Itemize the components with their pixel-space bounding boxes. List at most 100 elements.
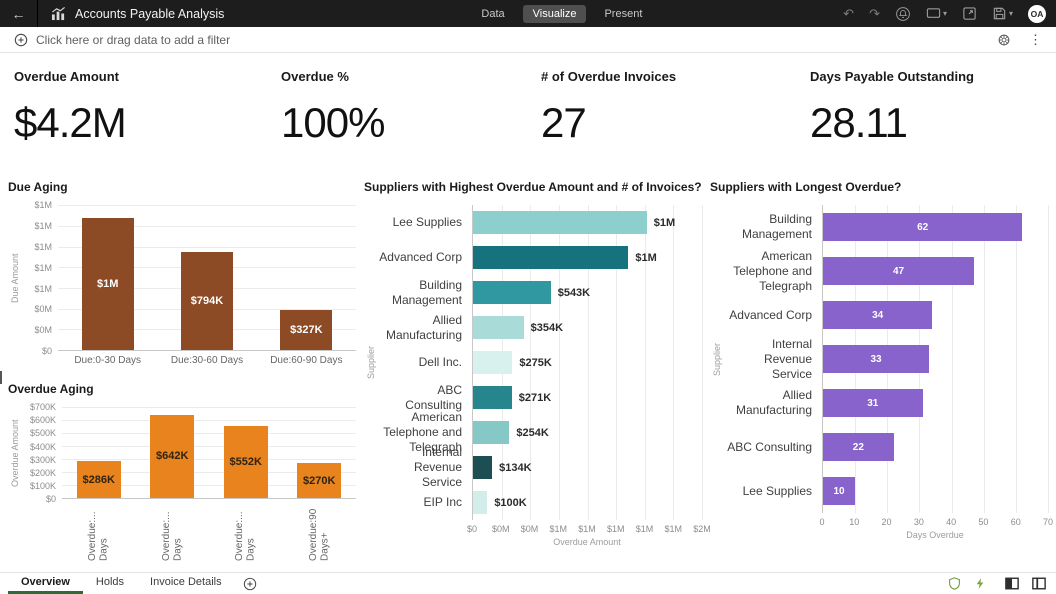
tab-visualize[interactable]: Visualize [523, 5, 587, 23]
comments-icon[interactable]: ▾ [926, 6, 947, 21]
export-popout-icon[interactable] [962, 6, 977, 21]
kpi-overdue-percent[interactable]: Overdue % 100% [281, 69, 541, 146]
bar-Overdue:... Days[interactable]: $286K [77, 461, 121, 498]
kpi-label: Overdue Amount [14, 69, 281, 84]
bar-cell: $270K [283, 407, 357, 498]
bar-Overdue:... Days[interactable]: $552K [224, 426, 268, 498]
kpi-overdue-amount[interactable]: Overdue Amount $4.2M [14, 69, 281, 146]
bar-Overdue:... Days[interactable]: $642K [150, 415, 194, 498]
category-label: Lee Supplies [378, 205, 472, 240]
bar-Overdue:90 Days+[interactable]: $270K [297, 463, 341, 498]
bar-Advanced Corp[interactable]: $1M [473, 246, 628, 269]
bar-Allied Manufacturing[interactable]: 31 [823, 389, 923, 417]
canvas-tab-invoice-details[interactable]: Invoice Details [137, 573, 235, 594]
category-label-rotated: Overdue:... Days [87, 503, 110, 561]
bar-Lee Supplies[interactable]: 10 [823, 477, 855, 505]
category-label-rotated: Overdue:90 Days+ [308, 503, 331, 561]
kpi-days-payable[interactable]: Days Payable Outstanding 28.11 [810, 69, 1056, 146]
tab-present[interactable]: Present [602, 5, 644, 23]
kpi-overdue-invoices[interactable]: # of Overdue Invoices 27 [541, 69, 810, 146]
bar-ABC Consulting[interactable]: $271K [473, 386, 512, 409]
bar-data-label: $275K [519, 357, 551, 369]
kpi-value: 27 [541, 100, 810, 146]
chart-title: Due Aging [8, 180, 356, 194]
filter-bar: Click here or drag data to add a filter … [0, 27, 1056, 53]
filter-prompt[interactable]: Click here or drag data to add a filter [36, 33, 230, 47]
add-canvas-icon[interactable] [243, 573, 257, 594]
axis-tick: $1M [34, 263, 52, 273]
axis-tick: 60 [1011, 517, 1021, 527]
bar-American Telephone and Telegraph[interactable]: 47 [823, 257, 974, 285]
bar-Dell Inc.[interactable]: $275K [473, 351, 512, 374]
bar-row: 31 [823, 381, 1048, 425]
grammar-panel-toggle-icon[interactable] [1005, 577, 1019, 590]
bar-row: 33 [823, 337, 1048, 381]
insights-badge-icon[interactable] [948, 577, 961, 590]
panel-resize-handle[interactable] [0, 371, 2, 384]
axis-tick: $1M [607, 524, 625, 534]
save-icon[interactable]: ▾ [992, 6, 1013, 21]
add-filter-icon[interactable] [14, 33, 28, 47]
category-label: Lee Supplies [724, 469, 822, 513]
bar-Internal Revenue Service[interactable]: $134K [473, 456, 492, 479]
undo-icon[interactable]: ↶ [843, 7, 854, 20]
bar-Internal Revenue Service[interactable]: 33 [823, 345, 929, 373]
category-label: ABC Consulting [724, 425, 822, 469]
category-label: Advanced Corp [724, 293, 822, 337]
x-axis-ticks: $0$0M$0M$1M$1M$1M$1M$1M$2M [472, 520, 702, 534]
bar-Building Management[interactable]: 62 [823, 213, 1022, 241]
bar-ABC Consulting[interactable]: 22 [823, 433, 894, 461]
axis-tick: 30 [914, 517, 924, 527]
horizontal-bar-chart: SupplierLee SuppliesAdvanced CorpBuildin… [364, 205, 702, 520]
bar-Due:60-90 Days[interactable]: $327K [280, 310, 332, 351]
bar-Advanced Corp[interactable]: 34 [823, 301, 932, 329]
axis-tick: $600K [30, 415, 56, 425]
redo-icon[interactable]: ↷ [869, 7, 880, 20]
back-button[interactable]: ← [0, 0, 38, 27]
canvas-menu-kebab-icon[interactable]: ⋮ [1029, 32, 1042, 48]
axis-tick: $200K [30, 468, 56, 478]
bar-American Telephone and Telegraph[interactable]: $254K [473, 421, 509, 444]
y-axis-title: Due Amount [8, 205, 22, 351]
bar-Building Management[interactable]: $543K [473, 281, 551, 304]
bar-Allied Manufacturing[interactable]: $354K [473, 316, 524, 339]
axis-tick: $1M [34, 200, 52, 210]
axis-tick: $700K [30, 402, 56, 412]
user-avatar[interactable]: OA [1028, 5, 1046, 23]
bar-row: 47 [823, 249, 1048, 293]
bar-data-label: $1M [97, 278, 118, 290]
vertical-bar-chart: Overdue Amount$700K$600K$500K$400K$300K$… [8, 407, 356, 499]
bar-data-label: $1M [635, 252, 656, 264]
x-axis-title: Overdue Amount [472, 537, 702, 547]
bar-Due:30-60 Days[interactable]: $794K [181, 252, 233, 351]
data-panel-toggle-icon[interactable] [1032, 577, 1046, 590]
bar-Lee Supplies[interactable]: $1M [473, 211, 647, 234]
category-label: Due:60-90 Days [257, 355, 356, 366]
workbook-chart-icon [51, 6, 66, 21]
bars: 62 47 34 33 31 22 10 [823, 205, 1048, 513]
axis-tick: 70 [1043, 517, 1053, 527]
mode-switcher: Data Visualize Present [479, 5, 644, 23]
category-label: Overdue:... Days [62, 503, 136, 564]
canvas-tab-overview[interactable]: Overview [8, 573, 83, 594]
bar-row: $134K [473, 450, 702, 485]
bar-data-label: $100K [494, 497, 526, 509]
category-label: Building Management [378, 275, 472, 310]
bar-EIP Inc[interactable]: $100K [473, 491, 487, 514]
canvas-tab-holds[interactable]: Holds [83, 573, 137, 594]
category-label: Due:0-30 Days [58, 355, 157, 366]
bar-row: $354K [473, 310, 702, 345]
filter-settings-gear-icon[interactable] [997, 33, 1011, 47]
y-axis-ticks: $700K$600K$500K$400K$300K$200K$100K$0 [22, 407, 62, 499]
charts-grid: Due AgingDue Amount$1M$1M$1M$1M$1M$0M$0M… [0, 180, 1056, 564]
bar-data-label: $552K [230, 456, 262, 468]
tab-data[interactable]: Data [479, 5, 506, 23]
y-axis-title: Overdue Amount [8, 407, 22, 499]
bar-Due:0-30 Days[interactable]: $1M [82, 218, 134, 350]
category-label: Overdue:... Days [209, 503, 283, 564]
plot-area: $1M $1M $543K $354K $275K $271K $254K $134K $100… [472, 205, 702, 520]
auto-insights-spark-icon[interactable] [974, 577, 986, 590]
notifications-bell-icon[interactable] [895, 6, 911, 22]
axis-tick: $1M [578, 524, 596, 534]
x-axis-title: Days Overdue [822, 530, 1048, 540]
